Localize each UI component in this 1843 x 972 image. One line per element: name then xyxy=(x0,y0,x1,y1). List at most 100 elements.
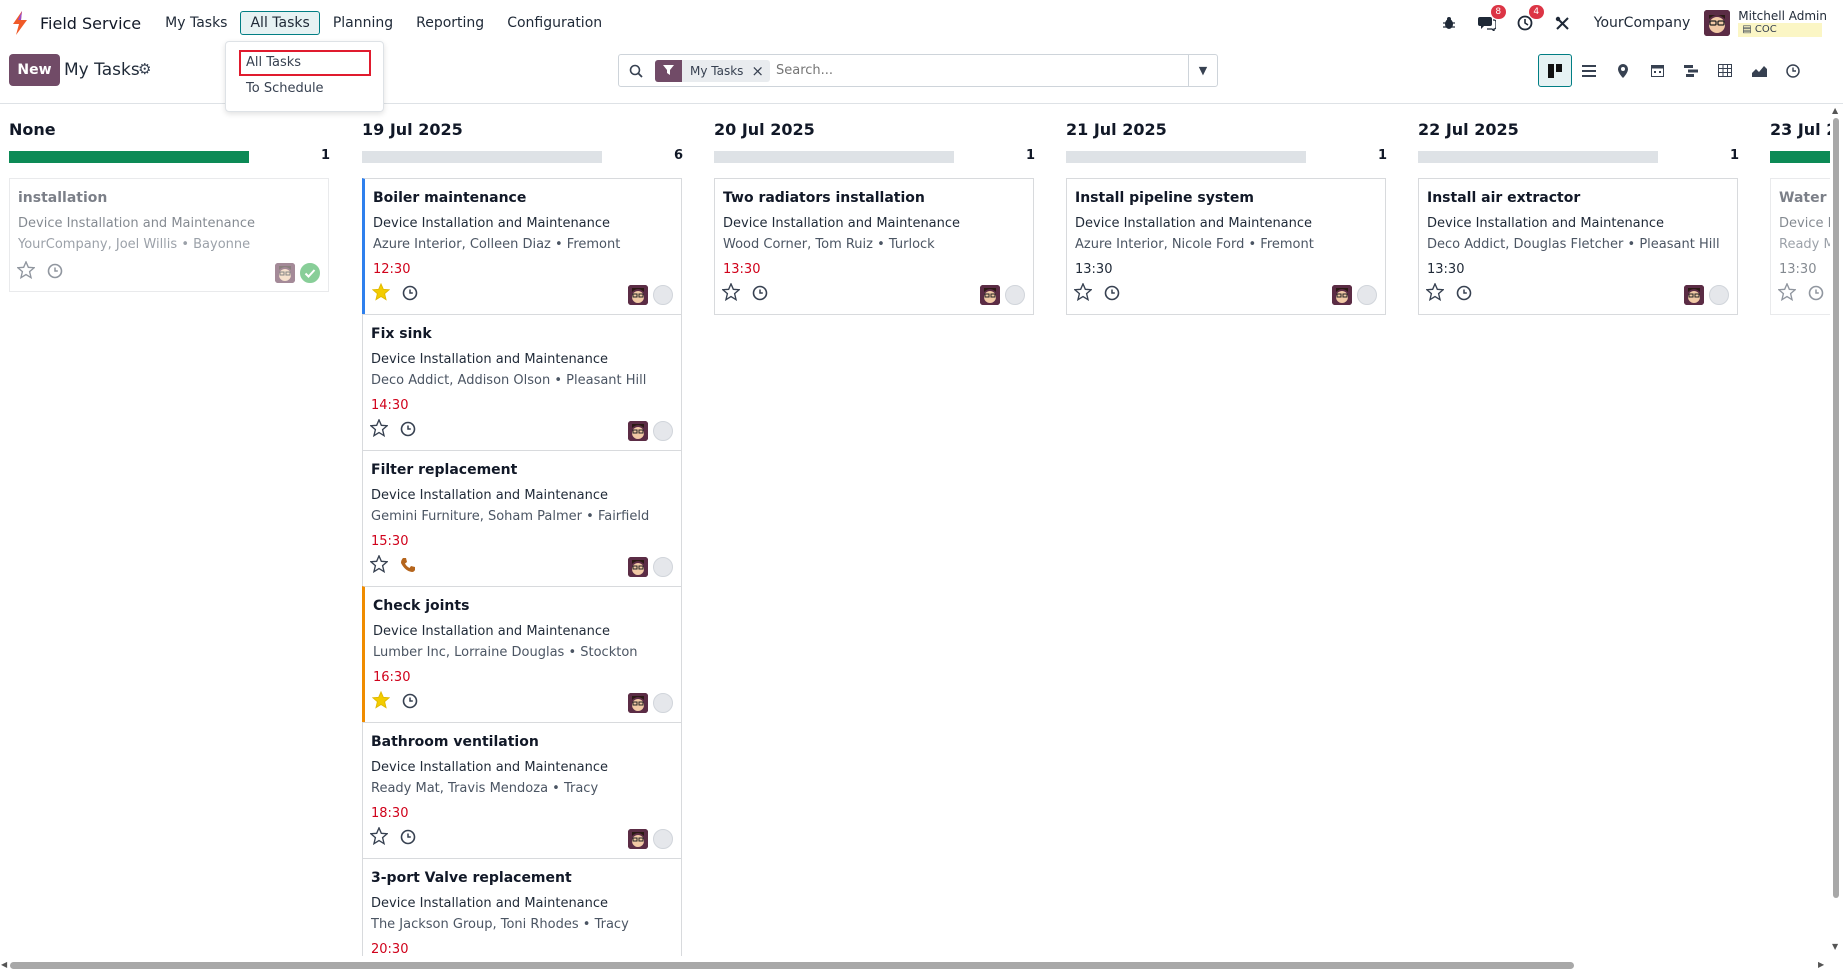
column-progress-bar[interactable] xyxy=(714,151,954,163)
messages-badge: 8 xyxy=(1490,5,1506,19)
user-menu[interactable]: Mitchell Admin ▤ COC xyxy=(1738,9,1827,37)
star-icon[interactable] xyxy=(1778,283,1796,301)
task-state-icon[interactable] xyxy=(1357,285,1377,305)
tools-icon[interactable] xyxy=(1553,13,1573,33)
vertical-scroll-thumb[interactable] xyxy=(1833,118,1839,898)
scroll-left-arrow-icon[interactable]: ◀ xyxy=(1,960,7,969)
task-card[interactable]: Install air extractor Device Installatio… xyxy=(1418,178,1738,315)
horizontal-scrollbar[interactable]: ◀ ▶ xyxy=(0,956,1843,972)
debug-bug-icon[interactable] xyxy=(1439,13,1459,33)
dropdown-item-all-tasks[interactable]: All Tasks xyxy=(239,50,371,76)
task-card[interactable]: Install pipeline system Device Installat… xyxy=(1066,178,1386,315)
assignee-avatar[interactable] xyxy=(628,693,648,713)
menu-all-tasks[interactable]: All Tasks xyxy=(240,11,320,35)
task-card[interactable]: Boiler maintenance Device Installation a… xyxy=(362,178,682,315)
search-input[interactable] xyxy=(776,63,1176,78)
vertical-scrollbar[interactable]: ▲ ▼ xyxy=(1829,104,1843,956)
star-icon[interactable] xyxy=(370,827,388,845)
star-icon[interactable] xyxy=(17,261,35,279)
remove-facet-icon[interactable]: × xyxy=(751,62,770,80)
search-icon[interactable] xyxy=(619,64,653,78)
task-state-icon[interactable] xyxy=(653,693,673,713)
task-card[interactable]: 3-port Valve replacement Device Installa… xyxy=(362,858,682,956)
activity-clock-icon[interactable] xyxy=(752,285,768,301)
messages-icon[interactable]: 8 xyxy=(1477,5,1506,33)
task-state-icon[interactable] xyxy=(653,285,673,305)
pivot-view-icon[interactable] xyxy=(1708,54,1742,87)
menu-my-tasks[interactable]: My Tasks xyxy=(155,11,237,35)
scroll-up-arrow-icon[interactable]: ▲ xyxy=(1832,106,1838,115)
user-avatar[interactable] xyxy=(1704,10,1731,36)
assignee-avatar[interactable] xyxy=(628,285,648,305)
dropdown-item-to-schedule[interactable]: To Schedule xyxy=(246,81,324,96)
column-progress-bar[interactable] xyxy=(1066,151,1306,163)
menu-reporting[interactable]: Reporting xyxy=(406,11,494,35)
assignee-avatar[interactable] xyxy=(628,557,648,577)
task-card[interactable]: Filter replacement Device Installation a… xyxy=(362,450,682,587)
map-view-icon[interactable] xyxy=(1606,54,1640,87)
column-title[interactable]: 21 Jul 2025 xyxy=(1066,120,1167,139)
activity-clock-icon[interactable] xyxy=(400,829,416,845)
activity-clock-icon[interactable] xyxy=(1104,285,1120,301)
assignee-avatar[interactable] xyxy=(275,263,295,283)
star-icon[interactable] xyxy=(370,555,388,573)
chevron-down-icon[interactable]: ▼ xyxy=(1188,55,1217,86)
task-state-icon[interactable] xyxy=(653,557,673,577)
task-state-icon[interactable] xyxy=(1005,285,1025,305)
task-state-done-icon[interactable] xyxy=(300,263,320,283)
assignee-avatar[interactable] xyxy=(628,829,648,849)
column-title[interactable]: 20 Jul 2025 xyxy=(714,120,815,139)
assignee-avatar[interactable] xyxy=(1684,285,1704,305)
app-brand[interactable]: Field Service xyxy=(10,11,141,35)
calendar-view-icon[interactable] xyxy=(1640,54,1674,87)
activity-clock-icon[interactable] xyxy=(1808,285,1824,301)
task-card[interactable]: Check joints Device Installation and Mai… xyxy=(362,586,682,723)
scroll-right-arrow-icon[interactable]: ▶ xyxy=(1818,960,1824,969)
star-filled-icon[interactable] xyxy=(372,283,390,301)
assignee-avatar[interactable] xyxy=(980,285,1000,305)
column-title[interactable]: 22 Jul 2025 xyxy=(1418,120,1519,139)
task-card[interactable]: Bathroom ventilation Device Installation… xyxy=(362,722,682,859)
task-card[interactable]: installation Device Installation and Mai… xyxy=(9,178,329,292)
scroll-down-arrow-icon[interactable]: ▼ xyxy=(1832,942,1838,951)
list-view-icon[interactable] xyxy=(1572,54,1606,87)
column-title[interactable]: 23 Jul 2025 xyxy=(1770,120,1830,139)
kanban-view-icon[interactable] xyxy=(1538,54,1572,87)
column-progress-bar[interactable] xyxy=(362,151,602,163)
activity-view-icon[interactable] xyxy=(1776,54,1810,87)
activity-clock-icon[interactable] xyxy=(1456,285,1472,301)
assignee-avatar[interactable] xyxy=(628,421,648,441)
column-title[interactable]: 19 Jul 2025 xyxy=(362,120,463,139)
column-progress-bar[interactable] xyxy=(9,151,249,163)
activity-clock-icon[interactable] xyxy=(402,693,418,709)
graph-view-icon[interactable] xyxy=(1742,54,1776,87)
company-switcher[interactable]: YourCompany xyxy=(1594,15,1691,31)
task-state-icon[interactable] xyxy=(653,421,673,441)
column-title[interactable]: None xyxy=(9,120,56,139)
star-icon[interactable] xyxy=(1074,283,1092,301)
task-card[interactable]: Two radiators installation Device Instal… xyxy=(714,178,1034,315)
column-count: 1 xyxy=(321,148,331,163)
activity-clock-icon[interactable] xyxy=(47,263,63,279)
gear-icon[interactable]: ⚙ xyxy=(138,60,151,78)
new-button[interactable]: New xyxy=(9,54,60,86)
horizontal-scroll-thumb[interactable] xyxy=(10,962,1574,969)
menu-configuration[interactable]: Configuration xyxy=(497,11,612,35)
activities-clock-icon[interactable]: 4 xyxy=(1515,5,1544,33)
phone-icon[interactable] xyxy=(400,557,416,573)
task-state-icon[interactable] xyxy=(1709,285,1729,305)
gantt-view-icon[interactable] xyxy=(1674,54,1708,87)
activity-clock-icon[interactable] xyxy=(400,421,416,437)
activity-clock-icon[interactable] xyxy=(402,285,418,301)
task-state-icon[interactable] xyxy=(653,829,673,849)
task-card[interactable]: Fix sink Device Installation and Mainten… xyxy=(362,314,682,451)
column-progress-bar[interactable] xyxy=(1418,151,1658,163)
star-icon[interactable] xyxy=(370,419,388,437)
menu-planning[interactable]: Planning xyxy=(323,11,403,35)
star-icon[interactable] xyxy=(722,283,740,301)
column-progress-bar[interactable] xyxy=(1770,151,1830,163)
assignee-avatar[interactable] xyxy=(1332,285,1352,305)
star-icon[interactable] xyxy=(1426,283,1444,301)
task-card[interactable]: Water heater installation Device Install… xyxy=(1770,178,1830,315)
star-filled-icon[interactable] xyxy=(372,691,390,709)
